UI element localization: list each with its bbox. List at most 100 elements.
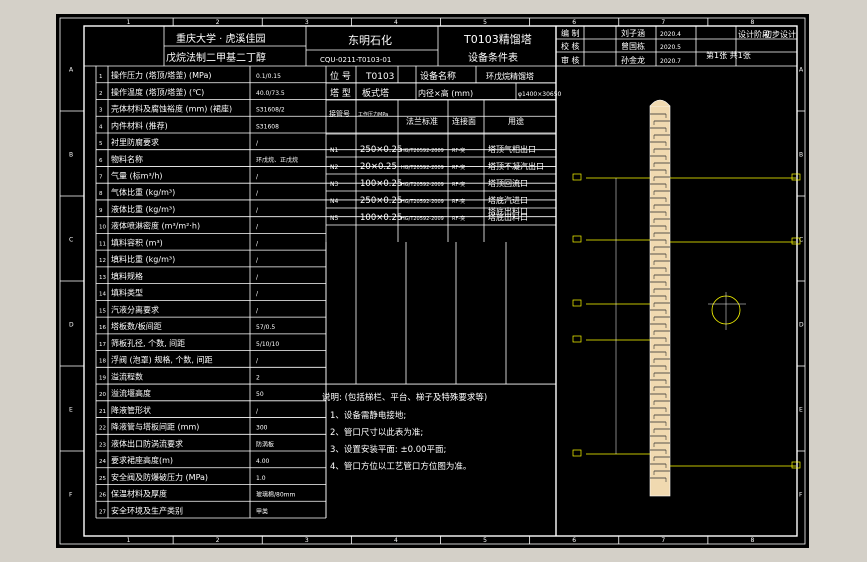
param-no: 4 [99,124,103,130]
drawing-title-1: T0103精馏塔 [463,32,532,46]
param-value: 5/10/10 [256,341,279,348]
param-no: 26 [99,493,106,499]
param-name: 液体比重 (kg/m³) [111,204,175,214]
param-no: 27 [99,509,106,515]
inner-border [83,25,798,537]
param-name: 浮阀 (泡罩) 规格, 个数, 间距 [111,355,213,365]
param-no: 10 [99,225,106,231]
grid-numbers-top: 1 2 3 4 5 6 7 8 [127,18,754,26]
param-no: 20 [99,392,106,398]
tower-type: 板式塔 [362,87,389,99]
param-no: 7 [99,174,103,180]
note-1: 1、设备需静电接地; [330,410,406,421]
param-name: 安全环境及生产类别 [111,505,183,515]
nozzle-label-box [572,173,582,181]
signoff-role: 审 核 [561,55,580,65]
param-name: 液体出口防涡流要求 [111,438,183,448]
param-no: 11 [99,241,106,247]
param-name: 填料规格 [111,271,143,281]
notes-block: 说明: (包括梯栏、平台、梯子及特殊要求等) 1、设备需静电接地; 2、管口尺寸… [322,392,487,472]
param-name: 要求裙座高度(m) [111,455,173,465]
param-value: 环戊烷、正戊烷 [256,156,298,164]
nozzle-size: 100×0.25 [360,213,402,223]
signoff-date: 2020.4 [660,31,681,38]
tag-label: 位 号 [330,70,351,82]
nozzle-face: RF-突 [452,181,465,188]
param-value: 0.1/0.15 [256,73,281,80]
cad-drawing: 12345678 12345678 ABCDEF ABCDEF 重庆大学 · 虎… [59,17,806,545]
param-value: 40.0/73.5 [256,90,285,97]
param-name: 气体比重 (kg/m³) [111,187,175,197]
nozzle-face: RF-突 [452,198,465,205]
param-name: 壳体材料及腐蚀裕度 (mm) (裙座) [111,104,232,114]
param-name: 降液管与塔板间距 (mm) [111,422,199,432]
grid-number: 8 [750,537,754,544]
param-name: 安全阀及防爆破压力 (MPa) [111,472,208,482]
note-2: 2、管口尺寸以此表为准; [330,427,423,438]
signoff-block: 设计阶段 初步设计 第1张 共1张 编 制刘子涵 2020.4校 核曾国栋 2020… [556,26,797,67]
nozzle-purpose: 塔顶不凝汽出口 [488,161,544,171]
equipment-tag: T0103 [365,72,394,82]
param-name: 筛板孔径, 个数, 间距 [111,338,185,348]
nozzle-face: RF-突 [452,164,465,171]
grid-number: 1 [127,19,131,26]
grid-letter: F [69,492,73,499]
equipment-name: 环戊烷精馏塔 [486,71,534,81]
param-name: 物料名称 [111,154,143,164]
grid-letter: A [799,67,804,74]
grid-letter: D [799,322,804,329]
nozzle-mark: N5 [330,215,338,222]
param-no: 19 [99,375,106,381]
param-name: 填料比重 (kg/m³) [111,254,175,264]
param-no: 13 [99,275,106,281]
signoff-name: 曾国栋 [621,41,645,51]
param-value: / [256,358,259,365]
param-value: / [256,307,259,314]
param-no: 25 [99,476,106,482]
param-value: / [256,140,259,147]
grid-number: 3 [305,19,309,26]
grid-letter: C [799,237,803,244]
grid-number: 5 [483,19,487,26]
grid-number: 4 [394,19,398,26]
nozzle-size: 100×0.25 [360,179,402,189]
param-value: S31608/2 [256,107,285,114]
grid-letter: F [799,492,803,499]
param-value: / [256,173,259,180]
signoff-date: 2020.5 [660,44,681,51]
param-no: 22 [99,426,106,432]
nozzle-purpose: 塔底汽进口 [488,195,528,205]
param-value: / [256,190,259,197]
nozzle-purpose: 塔底出料口 [488,212,528,222]
grid-number: 4 [394,537,398,544]
param-value: / [256,274,259,281]
grid-letters-right: A B C D E F [797,67,805,499]
nozzle-face-header: 连接面 [452,116,476,126]
nozzle-mark-header: 接管号 [329,109,350,118]
nozzle-face: RF-突 [452,147,465,154]
param-name: 气量 (标m³/h) [111,170,163,180]
param-name: 汽液分离要求 [111,304,159,314]
grid-number: 7 [661,19,665,26]
nozzle-standard-header: 法兰标准 [406,116,438,126]
grid-number: 3 [305,537,309,544]
note-3: 3、设置安装平面: ±0.00平面; [330,444,446,455]
grid-letter: B [69,152,73,159]
signoff-date: 2020.7 [660,58,681,65]
signoff-name: 孙金龙 [621,55,645,65]
tower-head [649,99,671,107]
nozzle-purpose-header: 用途 [508,116,524,126]
grid-numbers-bottom: 1 2 3 4 5 6 7 8 [127,536,754,544]
equipment-name-label: 设备名称 [420,70,456,82]
param-name: 填料类型 [111,288,143,298]
grid-letter: D [69,322,74,329]
param-no: 23 [99,442,106,448]
param-name: 内件材料 (推荐) [111,120,168,130]
param-value: / [256,408,259,415]
drawing-sheet: 12345678 12345678 ABCDEF ABCDEF 重庆大学 · 虎… [56,14,809,548]
doc-code: CQU-0211-T0103-01 [320,56,391,64]
nozzle-label-box [572,335,582,343]
grid-number: 1 [127,537,131,544]
param-no: 16 [99,325,106,331]
grid-number: 2 [216,19,220,26]
